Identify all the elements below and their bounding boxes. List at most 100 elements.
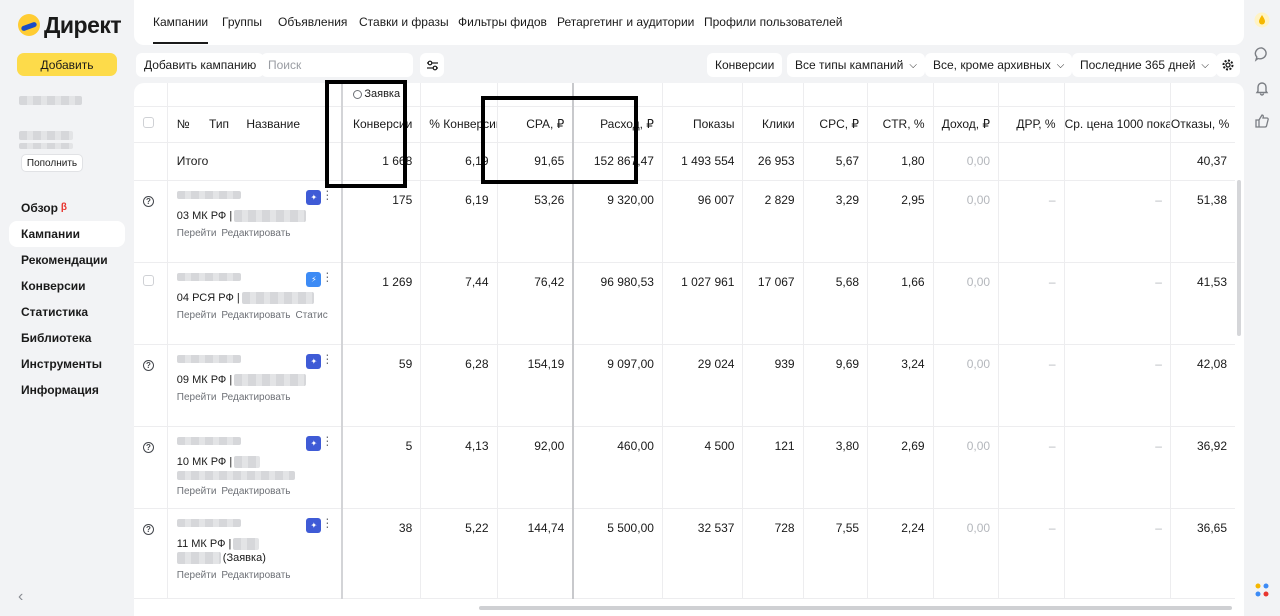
goal-header[interactable]: Заявка bbox=[342, 83, 422, 107]
go-link[interactable]: Перейти bbox=[177, 228, 217, 239]
tab-user-profiles[interactable]: Профили пользователей bbox=[704, 15, 842, 29]
question-icon[interactable]: ? bbox=[143, 359, 154, 371]
header-conversions[interactable]: Конверсии bbox=[342, 106, 422, 143]
sidebar-item-conversions[interactable]: Конверсии bbox=[9, 273, 125, 299]
go-link[interactable]: Перейти bbox=[177, 392, 217, 403]
more-menu-icon[interactable]: ⋮ bbox=[321, 517, 333, 529]
row-cpm: – bbox=[1064, 426, 1171, 509]
group-header-empty bbox=[167, 83, 344, 107]
header-ctr[interactable]: CTR, % bbox=[867, 106, 934, 143]
more-menu-icon[interactable]: ⋮ bbox=[321, 271, 333, 283]
row-spend: 9 097,00 bbox=[573, 344, 663, 427]
edit-link[interactable]: Редактировать bbox=[221, 392, 290, 403]
go-link[interactable]: Перейти bbox=[177, 486, 217, 497]
sidebar-item-overview[interactable]: Обзор β bbox=[9, 195, 125, 221]
row-spend: 9 320,00 bbox=[573, 180, 663, 263]
balance-sub-blurred bbox=[19, 143, 73, 149]
topup-button[interactable]: Пополнить bbox=[21, 154, 83, 172]
table-row[interactable]: ? 09 МК РФ | Перейти Редактировать ✦ ⋮ 59… bbox=[134, 344, 1235, 427]
campaign-name[interactable]: 03 МК РФ | bbox=[177, 209, 341, 222]
group-header-empty bbox=[662, 83, 744, 107]
table-row[interactable]: ? 10 МК РФ | Перейти Редактировать ✦ ⋮ 5 … bbox=[134, 426, 1235, 509]
campaign-name[interactable]: 04 РСЯ РФ | bbox=[177, 291, 341, 304]
select-all-checkbox[interactable] bbox=[143, 117, 154, 128]
header-conv-rate[interactable]: % Конверсий bbox=[420, 106, 498, 143]
add-campaign-button[interactable]: Добавить кампанию bbox=[136, 53, 265, 77]
table-row[interactable]: ? 11 МК РФ | (Заявка) Перейти Редактирова… bbox=[134, 508, 1235, 599]
header-drr[interactable]: ДРР, % bbox=[998, 106, 1065, 143]
sidebar-item-tools[interactable]: Инструменты bbox=[9, 351, 125, 377]
period-select[interactable]: Последние 365 дней ⌵ bbox=[1072, 53, 1218, 77]
edit-link[interactable]: Редактировать bbox=[221, 310, 290, 321]
chevron-down-icon: ⌵ bbox=[1056, 59, 1065, 71]
chat-icon[interactable] bbox=[1253, 45, 1270, 62]
edit-link[interactable]: Редактировать bbox=[221, 228, 290, 239]
sidebar-item-library[interactable]: Библиотека bbox=[9, 325, 125, 351]
campaign-types-select[interactable]: Все типы кампаний ⌵ bbox=[787, 53, 925, 77]
header-bounce[interactable]: Отказы, % bbox=[1170, 106, 1235, 143]
more-menu-icon[interactable]: ⋮ bbox=[321, 189, 333, 201]
question-icon[interactable]: ? bbox=[143, 523, 154, 535]
tab-groups[interactable]: Группы bbox=[222, 15, 262, 29]
header-cpc[interactable]: CPC, ₽ bbox=[803, 106, 869, 143]
settings-button[interactable] bbox=[1216, 53, 1240, 77]
header-spend[interactable]: Расход, ₽ bbox=[573, 106, 663, 143]
drop-icon[interactable] bbox=[1253, 11, 1270, 28]
campaign-name[interactable]: 09 МК РФ | bbox=[177, 373, 341, 386]
header-cpa[interactable]: CPA, ₽ bbox=[497, 106, 575, 143]
tab-ads[interactable]: Объявления bbox=[278, 15, 347, 29]
search-input[interactable] bbox=[261, 53, 413, 77]
row-cpm: – bbox=[1064, 344, 1171, 427]
header-impressions[interactable]: Показы bbox=[662, 106, 744, 143]
more-menu-icon[interactable]: ⋮ bbox=[321, 435, 333, 447]
question-icon[interactable]: ? bbox=[143, 195, 154, 207]
total-revenue: 0,00 bbox=[933, 142, 1000, 181]
tab-retargeting[interactable]: Ретаргетинг и аудитории bbox=[557, 15, 694, 29]
row-checkbox[interactable] bbox=[143, 274, 154, 286]
go-link[interactable]: Перейти bbox=[177, 310, 217, 321]
status-filter-select[interactable]: Все, кроме архивных ⌵ bbox=[925, 53, 1073, 77]
table-row[interactable]: 04 РСЯ РФ | Перейти Редактировать Статис ⚡… bbox=[134, 262, 1235, 345]
header-revenue[interactable]: Доход, ₽ bbox=[933, 106, 1000, 143]
thumb-up-icon[interactable] bbox=[1253, 112, 1270, 129]
tab-bids[interactable]: Ставки и фразы bbox=[359, 15, 449, 29]
header-type[interactable]: Тип bbox=[209, 117, 229, 131]
bell-icon[interactable] bbox=[1253, 79, 1270, 96]
edit-link[interactable]: Редактировать bbox=[221, 570, 290, 581]
header-cpm[interactable]: Ср. цена 1000 показов, ₽ bbox=[1064, 106, 1171, 143]
row-revenue: 0,00 bbox=[933, 508, 1000, 599]
collapse-sidebar-icon[interactable]: ‹ bbox=[18, 588, 23, 606]
sidebar-item-statistics[interactable]: Статистика bbox=[9, 299, 125, 325]
header-clicks[interactable]: Клики bbox=[742, 106, 804, 143]
stats-link[interactable]: Статис bbox=[296, 310, 328, 321]
sidebar-item-recommendations[interactable]: Рекомендации bbox=[9, 247, 125, 273]
question-icon[interactable]: ? bbox=[143, 441, 154, 453]
apps-icon[interactable] bbox=[1253, 581, 1270, 598]
edit-link[interactable]: Редактировать bbox=[221, 486, 290, 497]
row-bounce: 36,92 bbox=[1170, 426, 1235, 509]
campaign-name-suffix: (Заявка) bbox=[222, 551, 266, 564]
goal-label: Заявка bbox=[364, 88, 401, 101]
tab-campaigns[interactable]: Кампании bbox=[153, 15, 209, 44]
header-num[interactable]: № bbox=[177, 117, 190, 131]
table-row[interactable]: ? 03 МК РФ | Перейти Редактировать ✦ ⋮ 17… bbox=[134, 180, 1235, 263]
filter-settings-button[interactable] bbox=[420, 53, 444, 77]
gear-icon bbox=[1222, 59, 1234, 71]
row-ctr: 2,69 bbox=[867, 426, 934, 509]
tab-feed-filters[interactable]: Фильтры фидов bbox=[458, 15, 547, 29]
more-menu-icon[interactable]: ⋮ bbox=[321, 353, 333, 365]
sidebar-item-campaigns[interactable]: Кампании bbox=[9, 221, 125, 247]
campaign-name[interactable]: 11 МК РФ | bbox=[177, 537, 341, 550]
select-all-cell bbox=[134, 106, 168, 143]
go-link[interactable]: Перейти bbox=[177, 570, 217, 581]
campaign-name[interactable]: 10 МК РФ | bbox=[177, 455, 341, 468]
horizontal-scrollbar[interactable] bbox=[479, 606, 1232, 610]
campaign-name-blurred bbox=[234, 455, 261, 468]
header-name[interactable]: Название bbox=[246, 117, 300, 131]
vertical-scrollbar[interactable] bbox=[1237, 180, 1241, 336]
add-button[interactable]: Добавить bbox=[17, 53, 117, 76]
row-bounce: 42,08 bbox=[1170, 344, 1235, 427]
logo[interactable]: Директ bbox=[18, 12, 122, 38]
sidebar-item-info[interactable]: Информация bbox=[9, 377, 125, 403]
conversions-button[interactable]: Конверсии bbox=[707, 53, 783, 77]
